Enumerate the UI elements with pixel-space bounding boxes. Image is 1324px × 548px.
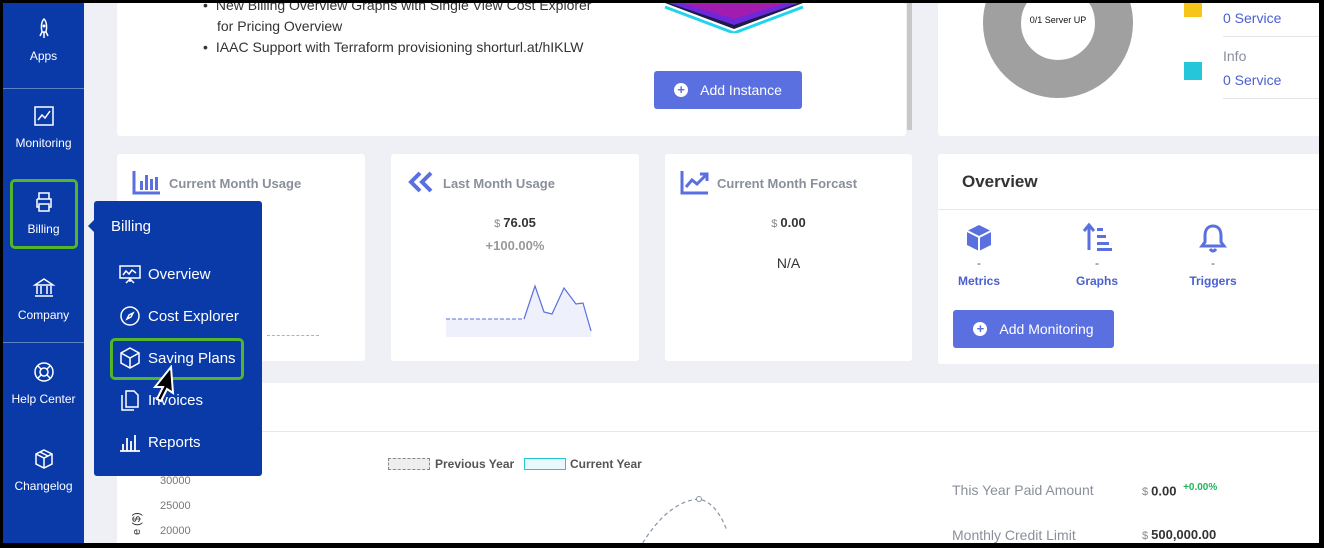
legend-current-swatch (524, 458, 566, 470)
add-monitoring-button[interactable]: + Add Monitoring (953, 310, 1114, 348)
overview-divider (938, 209, 1319, 210)
bell-icon (1199, 224, 1227, 253)
printer-icon (35, 192, 52, 212)
stat-title: Current Month Usage (169, 176, 302, 191)
stat-title: Current Month Forcast (717, 176, 858, 191)
announcement-card: • New Billing Overview Graphs with Single… (117, 3, 912, 136)
sparkline (446, 284, 592, 337)
sidebar-item-changelog[interactable]: Changelog (3, 447, 84, 493)
announcement-item: for Pricing Overview (217, 18, 343, 34)
sidebar-item-help-center[interactable]: Help Center (3, 360, 84, 406)
add-monitoring-label: Add Monitoring (999, 321, 1094, 337)
stat-change: +100.00% (485, 238, 545, 253)
stat-title: Last Month Usage (443, 176, 555, 191)
previous-year-curve (641, 496, 728, 543)
sidebar-item-apps[interactable]: Apps (3, 17, 84, 63)
chart-line-icon (33, 106, 54, 126)
bar-chart-icon (120, 435, 140, 452)
bar-chart-icon (132, 171, 160, 195)
donut-label: 0/1 Server UP (1029, 15, 1087, 25)
announcement-item: • New Billing Overview Graphs with Single… (203, 3, 592, 13)
cube-icon (966, 225, 992, 251)
announcement-item: • IAAC Support with Terraform provisionin… (203, 39, 584, 55)
bank-icon (32, 278, 55, 297)
legend-swatch (1184, 3, 1202, 17)
documents-icon (121, 390, 139, 411)
current-month-forecast-card: Current Month Forcast $0.00 N/A (665, 154, 912, 361)
sidebar-divider (3, 88, 84, 89)
y-tick: 25000 (160, 500, 191, 512)
plus-icon: + (674, 83, 689, 97)
sidebar-item-monitoring[interactable]: Monitoring (3, 104, 84, 150)
server-status-card: 0/1 Server UP 0 Service Info 0 Service (938, 3, 1319, 136)
last-month-usage-card: Last Month Usage $76.05 +100.00% (391, 154, 639, 361)
stat-value: $0.00 (771, 215, 806, 230)
legend-divider (1223, 98, 1319, 99)
y-tick: 20000 (160, 525, 191, 537)
overview-card: Overview - Metrics - Graphs - Triggers +… (938, 154, 1319, 364)
legend-swatch (1184, 62, 1202, 80)
presentation-icon (119, 265, 141, 284)
legend-title: Info (1223, 48, 1247, 64)
stat-note: N/A (776, 255, 801, 271)
sidebar: Apps Monitoring Billing Company Help Cen… (3, 3, 84, 543)
flyout-item-overview[interactable]: Overview (118, 261, 211, 287)
legend-previous-label: Previous Year (435, 457, 515, 471)
stat-value: $76.05 (494, 215, 536, 230)
add-instance-label: Add Instance (700, 82, 782, 98)
mouse-cursor-icon (152, 365, 175, 403)
paid-amount-value: $0.00 +0.00% (1142, 482, 1218, 499)
triggers-link[interactable]: - Triggers (1168, 222, 1258, 288)
sort-amount-icon (1082, 222, 1112, 251)
compass-icon (120, 306, 140, 326)
card-divider (117, 431, 1319, 432)
graphs-link[interactable]: - Graphs (1052, 222, 1142, 288)
y-tick: 30000 (160, 475, 191, 487)
legend-value: 0 Service (1223, 10, 1282, 26)
boxes-icon (34, 449, 53, 469)
yearly-chart-card: Previous Year Current Year 30000 25000 2… (117, 383, 1319, 543)
legend-divider (1223, 36, 1319, 37)
cube-outline-icon (120, 347, 140, 369)
legend-current-label: Current Year (570, 457, 642, 471)
credit-limit-value: $500,000.00 (1142, 527, 1217, 542)
flyout-title: Billing (111, 218, 152, 235)
sidebar-item-billing[interactable]: Billing (3, 190, 84, 236)
sparkline (267, 335, 319, 336)
sidebar-item-company[interactable]: Company (3, 276, 84, 322)
overview-title: Overview (962, 172, 1038, 191)
legend-value: 0 Service (1223, 72, 1282, 88)
y-axis-label: e ($) (131, 512, 143, 535)
app-frame: • New Billing Overview Graphs with Single… (3, 3, 1319, 543)
trending-up-icon (680, 171, 709, 195)
paid-amount-label: This Year Paid Amount (952, 482, 1094, 498)
billing-flyout-menu: Billing Overview Cost Explorer Saving Pl… (94, 201, 262, 476)
plus-icon: + (973, 322, 988, 336)
sidebar-divider (3, 342, 84, 343)
add-instance-button[interactable]: + Add Instance (654, 71, 802, 109)
double-chevron-left-icon (408, 171, 433, 193)
flyout-item-cost-explorer[interactable]: Cost Explorer (118, 303, 239, 329)
legend-previous-swatch (388, 458, 430, 470)
scrollbar[interactable] (907, 3, 912, 130)
lifebuoy-icon (33, 362, 54, 382)
rocket-icon (38, 17, 49, 38)
server-illustration (664, 3, 804, 33)
flyout-item-reports[interactable]: Reports (118, 429, 201, 455)
credit-limit-label: Monthly Credit Limit (952, 527, 1076, 543)
metrics-link[interactable]: - Metrics (934, 222, 1024, 288)
